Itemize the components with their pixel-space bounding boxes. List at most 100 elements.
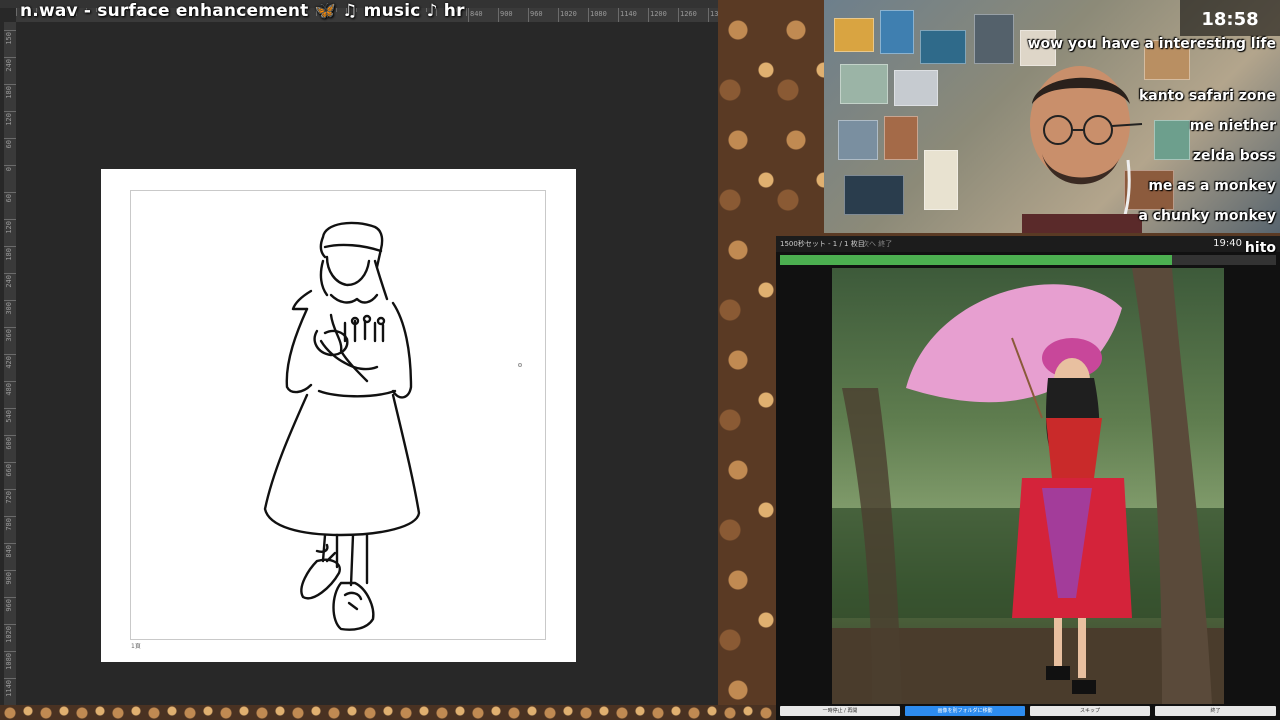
ruler-label: 120 (5, 221, 13, 234)
ruler-tick (4, 354, 16, 355)
ruler-label: 300 (5, 302, 13, 315)
skip-button[interactable]: スキップ (1030, 706, 1150, 716)
ruler-label: 660 (5, 464, 13, 477)
ruler-tick (4, 597, 16, 598)
overlay-bottom-pattern (0, 705, 778, 720)
ruler-tick (16, 8, 17, 16)
ruler-tick (678, 8, 679, 22)
ruler-label: 1140 (5, 680, 13, 697)
ruler-tick (4, 543, 16, 544)
ruler-label: 120 (5, 113, 13, 126)
ruler-label: 180 (5, 86, 13, 99)
ruler-tick (4, 192, 16, 193)
ruler-tick (588, 8, 589, 22)
ruler-label: 480 (5, 383, 13, 396)
pause-button[interactable]: 一時停止 / 再開 (780, 706, 900, 716)
ruler-label: 1080 (590, 10, 607, 18)
stream-title: n.wav - surface enhancement 🦋 ♫ music ♪ … (20, 1, 465, 21)
ruler-tick (528, 8, 529, 22)
ruler-tick (4, 165, 16, 166)
ruler-label: 1020 (560, 10, 577, 18)
reference-viewer-window: 1500秒セット - 1 / 1 枚目 次へ 終了 19:40 一時停止 / 再… (776, 236, 1280, 720)
chat-message: a chunky monkey (1138, 208, 1276, 224)
ruler-tick (4, 138, 16, 139)
ruler-tick (4, 570, 16, 571)
ruler-label: 1080 (5, 653, 13, 670)
ruler-label: 150 (5, 32, 13, 45)
chat-message: wow you have a interesting life (1027, 36, 1276, 52)
session-timer: 19:40 (1213, 238, 1242, 249)
ruler-label: 900 (5, 572, 13, 585)
ruler-label: 960 (5, 599, 13, 612)
frame-border (130, 190, 546, 640)
streamer (1022, 66, 1143, 233)
ruler-label: 1200 (650, 10, 667, 18)
frame-label: 1頁 (131, 643, 141, 650)
drawing-canvas[interactable]: 1頁 (101, 169, 576, 662)
ruler-tick (558, 8, 559, 22)
reference-image-girl-with-parasol (832, 268, 1224, 704)
ruler-tick (468, 8, 469, 22)
ruler-tick (4, 624, 16, 625)
ruler-label: 840 (5, 545, 13, 558)
ruler-tick (4, 435, 16, 436)
viewer-toolbar: 1500秒セット - 1 / 1 枚目 次へ 終了 19:40 (776, 236, 1280, 252)
ruler-label: 600 (5, 437, 13, 450)
ruler-tick (498, 8, 499, 22)
ruler-tick (4, 57, 16, 58)
webcam-feed: 18:58 (824, 0, 1280, 233)
ruler-label: 1320 (710, 10, 718, 18)
ruler-tick (4, 84, 16, 85)
session-label: 1500秒セット - 1 / 1 枚目 (780, 240, 865, 248)
move-image-button[interactable]: 画像を別フォルダに移動 (905, 706, 1025, 716)
chat-message: me niether (1189, 118, 1276, 134)
ruler-tick (4, 462, 16, 463)
screen: 8409009601020108011401200126013201380144… (0, 0, 1280, 720)
session-progress-bar (780, 255, 1276, 265)
ruler-tick (4, 381, 16, 382)
ruler-label: 1020 (5, 626, 13, 643)
ruler-label: 960 (530, 10, 543, 18)
chat-message: zelda boss (1192, 148, 1276, 164)
ruler-tick (4, 246, 16, 247)
ruler-tick (4, 678, 16, 679)
ruler-label: 900 (500, 10, 513, 18)
viewer-button-bar: 一時停止 / 再開 画像を別フォルダに移動 スキップ 終了 (780, 706, 1276, 716)
reference-photo (832, 268, 1224, 704)
next-button[interactable]: 次へ 終了 (862, 239, 892, 249)
ruler-tick (4, 516, 16, 517)
ruler-tick (4, 273, 16, 274)
ruler-tick (4, 489, 16, 490)
ruler-label: 780 (5, 518, 13, 531)
ruler-label: 720 (5, 491, 13, 504)
stream-clock: 18:58 (1180, 0, 1280, 36)
ruler-tick (708, 8, 709, 22)
chat-message: me as a monkey (1148, 178, 1276, 194)
ruler-label: 1260 (680, 10, 697, 18)
session-progress-fill (780, 255, 1172, 265)
ruler-tick (4, 327, 16, 328)
ruler-label: 240 (5, 275, 13, 288)
ruler-label: 60 (5, 194, 13, 203)
ruler-tick (4, 111, 16, 112)
ruler-tick (4, 651, 16, 652)
ruler-label: 240 (5, 59, 13, 72)
ruler-tick (4, 300, 16, 301)
ruler-label: 420 (5, 356, 13, 369)
end-button[interactable]: 終了 (1155, 706, 1276, 716)
brush-cursor (518, 363, 522, 367)
ruler-label: 60 (5, 140, 13, 149)
chat-message: kanto safari zone (1138, 88, 1276, 104)
ruler-tick (4, 30, 16, 31)
ruler-label: 360 (5, 329, 13, 342)
ruler-label: 180 (5, 248, 13, 261)
ruler-label: 540 (5, 410, 13, 423)
ruler-tick (466, 8, 467, 16)
vertical-ruler: 150 240 180 120 60 0 60 120 180 240 300 360 420 480 54… (4, 22, 16, 705)
line-drawing-girl (263, 221, 421, 631)
drawing-app-window: 8409009601020108011401200126013201380144… (0, 0, 718, 705)
ruler-label: 0 (5, 167, 13, 172)
ruler-tick (4, 408, 16, 409)
ruler-label: 840 (470, 10, 483, 18)
ruler-label: 1140 (620, 10, 637, 18)
